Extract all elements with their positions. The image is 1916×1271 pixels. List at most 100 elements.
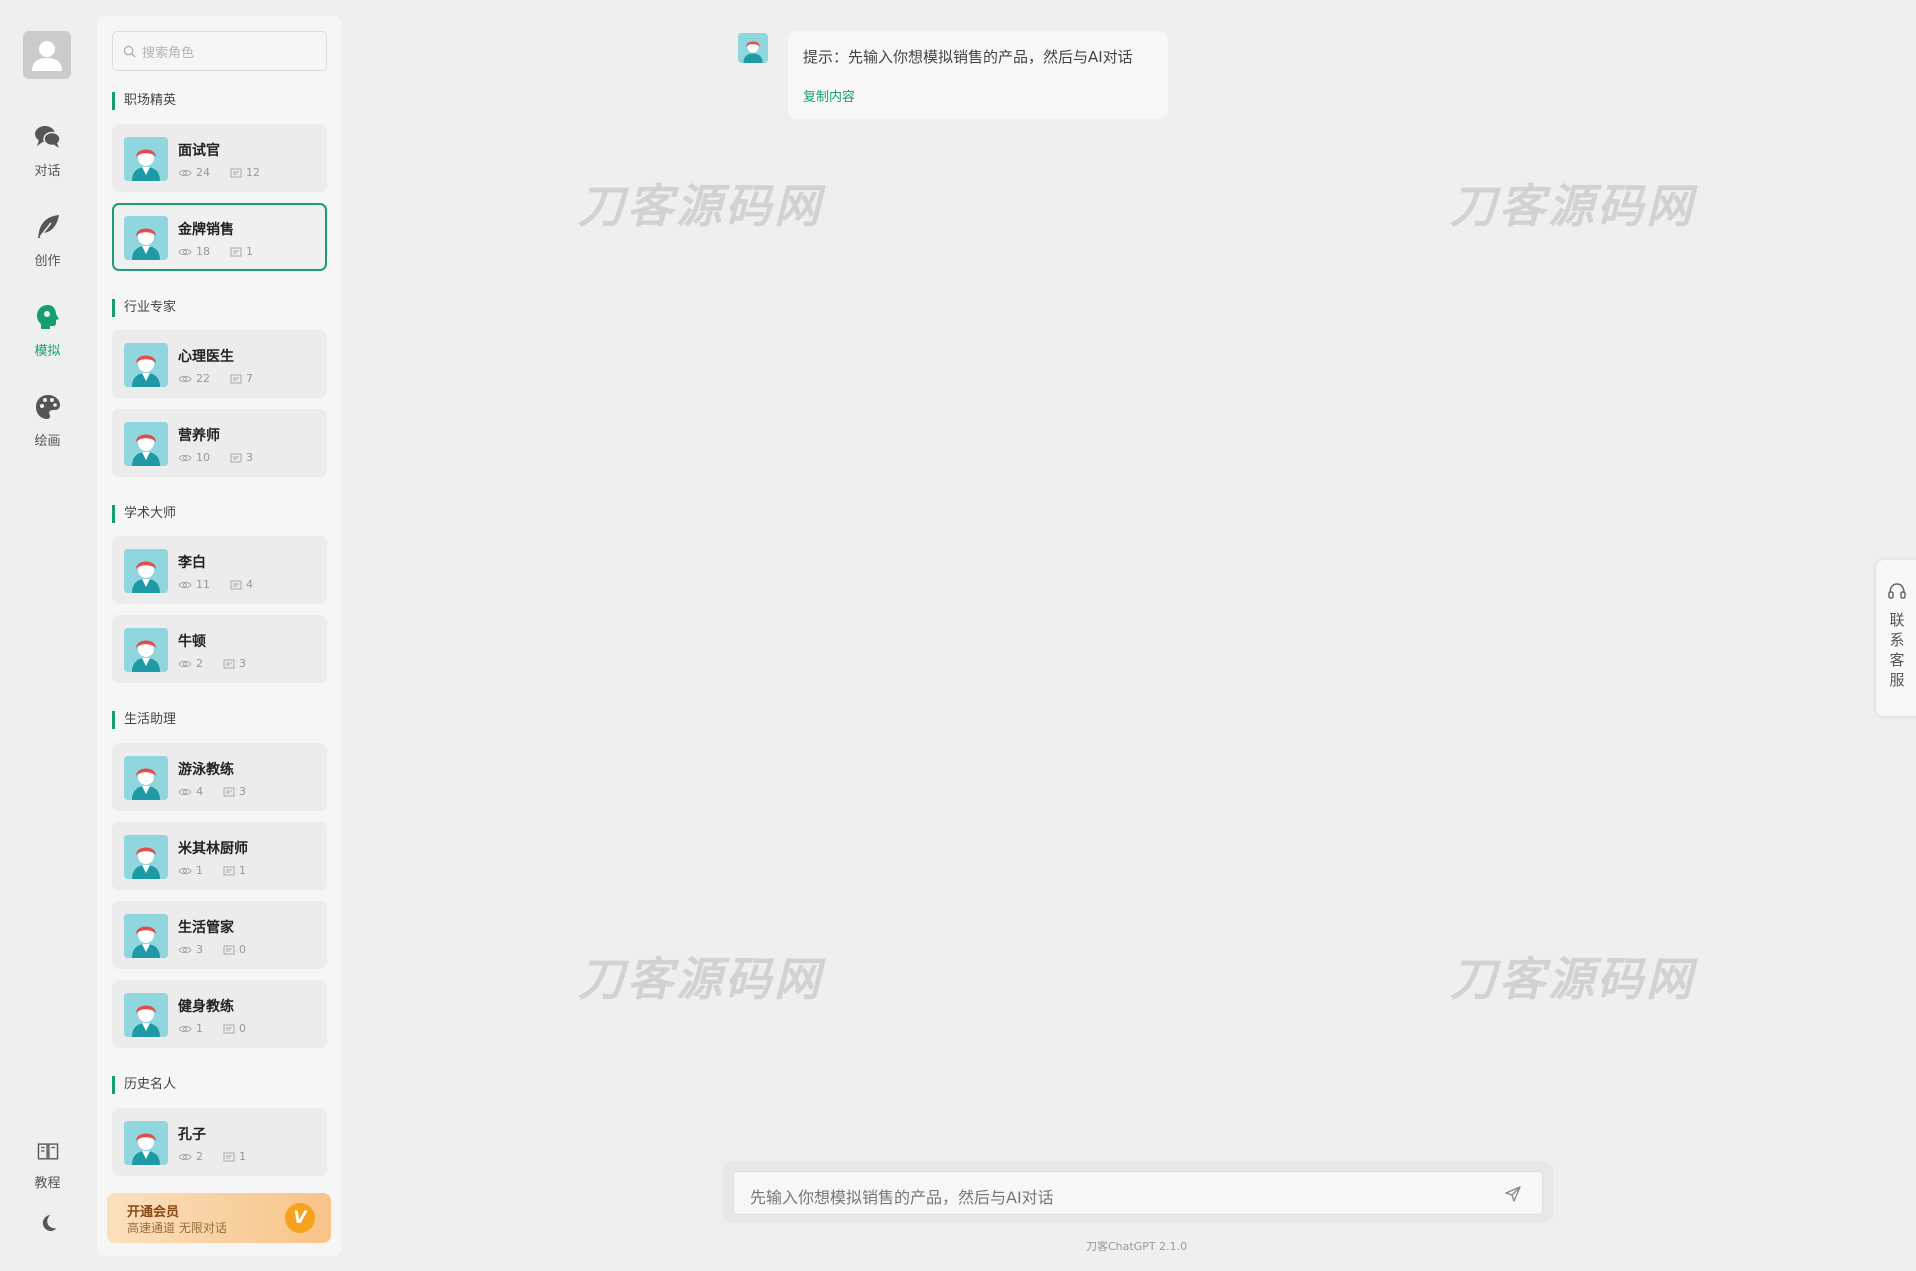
- role-panel: 搜索角色 职场精英 行业专家 学术大师 生活助理 历史名人 面试官 24 12 金牌销…: [97, 16, 342, 1256]
- role-stats: 23: [178, 657, 246, 670]
- view-count: 2: [196, 657, 203, 670]
- role-avatar: [124, 993, 168, 1037]
- eye-icon: [178, 454, 192, 461]
- role-avatar: [124, 549, 168, 593]
- role-card[interactable]: 孔子 2 1: [112, 1108, 327, 1176]
- section-title: 生活助理: [112, 711, 176, 729]
- section-title: 历史名人: [112, 1076, 176, 1094]
- role-card[interactable]: 牛顿 2 3: [112, 615, 327, 683]
- eye-icon: [178, 1153, 192, 1160]
- moon-icon: [42, 1214, 56, 1232]
- copy-content-button[interactable]: 复制内容: [803, 86, 855, 105]
- role-avatar: [124, 343, 168, 387]
- message-icon: [230, 453, 242, 462]
- chat-count: 3: [246, 451, 253, 464]
- chat-count: 0: [239, 1022, 246, 1035]
- eye-icon: [178, 867, 192, 874]
- role-avatar-icon: [738, 33, 768, 63]
- view-count: 11: [196, 578, 210, 591]
- section-title: 学术大师: [112, 505, 176, 523]
- role-name: 心理医生: [178, 349, 234, 365]
- vip-banner[interactable]: 开通会员 高速通道 无限对话 V: [107, 1193, 331, 1243]
- eye-icon: [178, 946, 192, 953]
- view-count: 1: [196, 864, 203, 877]
- eye-icon: [178, 1025, 192, 1032]
- search-placeholder: 搜索角色: [142, 45, 195, 61]
- send-icon[interactable]: [1504, 1185, 1522, 1203]
- search-icon: [123, 45, 136, 57]
- contact-service-button[interactable]: 联系客服: [1876, 560, 1916, 716]
- view-count: 22: [196, 372, 210, 385]
- vip-badge-icon: V: [285, 1203, 315, 1233]
- nav-item-draw[interactable]: 绘画: [0, 392, 95, 449]
- role-avatar: [124, 628, 168, 672]
- role-card[interactable]: 金牌销售 18 1: [112, 203, 327, 271]
- role-card[interactable]: 心理医生 22 7: [112, 330, 327, 398]
- chat-count: 3: [239, 657, 246, 670]
- role-avatar-icon: [124, 137, 168, 181]
- nav-item-label: 教程: [34, 1176, 61, 1191]
- chat-input-container: 先输入你想模拟销售的产品，然后与AI对话: [723, 1161, 1553, 1223]
- role-avatar: [124, 914, 168, 958]
- dark-mode-toggle[interactable]: [0, 1212, 95, 1242]
- role-stats: 24 12: [178, 166, 260, 179]
- role-card[interactable]: 游泳教练 4 3: [112, 743, 327, 811]
- chat-count: 12: [246, 166, 260, 179]
- role-avatar-icon: [124, 343, 168, 387]
- section-title: 行业专家: [112, 299, 176, 317]
- role-stats: 22 7: [178, 372, 253, 385]
- watermark: 刀客源码网: [1450, 952, 1695, 1006]
- role-card[interactable]: 生活管家 3 0: [112, 901, 327, 969]
- nav-item-create[interactable]: 创作: [0, 212, 95, 269]
- role-name: 营养师: [178, 428, 220, 444]
- role-avatar: [124, 756, 168, 800]
- book-icon: [37, 1143, 58, 1160]
- chat-count: 3: [239, 785, 246, 798]
- role-name: 李白: [178, 555, 206, 571]
- message-icon: [223, 1024, 235, 1033]
- message-icon: [230, 168, 242, 177]
- role-avatar-icon: [124, 835, 168, 879]
- user-avatar[interactable]: [23, 31, 71, 79]
- role-avatar: [124, 422, 168, 466]
- nav-item-simulate[interactable]: 模拟: [0, 302, 95, 359]
- role-card[interactable]: 营养师 10 3: [112, 409, 327, 477]
- nav-item-tutorial[interactable]: 教程: [0, 1138, 95, 1191]
- eye-icon: [178, 248, 192, 255]
- chat-count: 1: [239, 1150, 246, 1163]
- eye-icon: [178, 660, 192, 667]
- role-stats: 21: [178, 1150, 246, 1163]
- view-count: 1: [196, 1022, 203, 1035]
- chat-count: 1: [246, 245, 253, 258]
- watermark: 刀客源码网: [578, 952, 823, 1006]
- chat-icon: [34, 126, 61, 148]
- view-count: 10: [196, 451, 210, 464]
- nav-item-label: 创作: [34, 254, 61, 269]
- nav-item-chat[interactable]: 对话: [0, 122, 95, 179]
- eye-icon: [178, 169, 192, 176]
- role-card[interactable]: 面试官 24 12: [112, 124, 327, 192]
- role-card[interactable]: 李白 11 4: [112, 536, 327, 604]
- nav-rail: 对话 创作 模拟 绘画 教程: [0, 0, 95, 1271]
- role-stats: 10 3: [178, 451, 253, 464]
- message-icon: [223, 866, 235, 875]
- search-input[interactable]: 搜索角色: [112, 31, 327, 71]
- role-name: 孔子: [178, 1127, 206, 1143]
- palette-icon: [35, 395, 60, 419]
- role-name: 面试官: [178, 143, 220, 159]
- chat-message-bubble: 提示：先输入你想模拟销售的产品，然后与AI对话 复制内容: [788, 31, 1168, 119]
- role-stats: 18 1: [178, 245, 253, 258]
- role-name: 金牌销售: [178, 222, 234, 238]
- role-avatar-icon: [124, 756, 168, 800]
- role-avatar: [124, 137, 168, 181]
- role-avatar-icon: [124, 993, 168, 1037]
- role-name: 健身教练: [178, 999, 234, 1015]
- view-count: 2: [196, 1150, 203, 1163]
- eye-icon: [178, 375, 192, 382]
- role-card[interactable]: 米其林厨师 1 1: [112, 822, 327, 890]
- role-card[interactable]: 健身教练 1 0: [112, 980, 327, 1048]
- chat-input[interactable]: 先输入你想模拟销售的产品，然后与AI对话: [733, 1171, 1543, 1215]
- view-count: 3: [196, 943, 203, 956]
- watermark: 刀客源码网: [1450, 179, 1695, 233]
- role-avatar-icon: [124, 216, 168, 260]
